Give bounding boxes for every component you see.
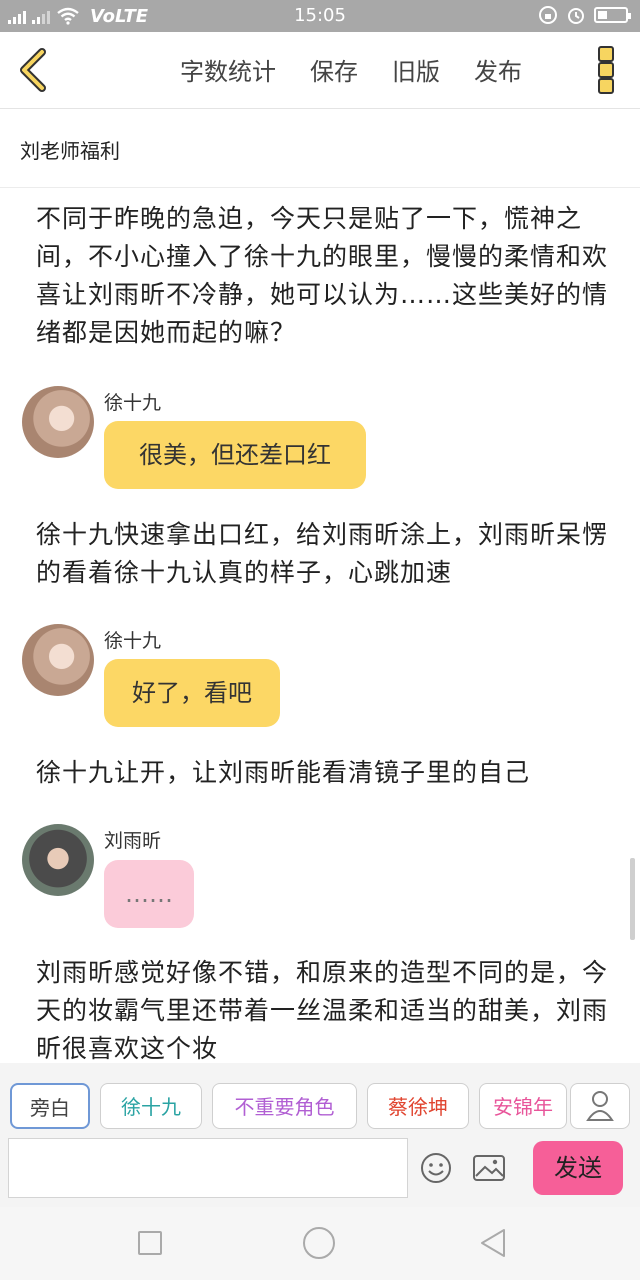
- old-version-button[interactable]: 旧版: [392, 52, 440, 87]
- vertical-dots-icon[interactable]: [598, 46, 614, 94]
- role-tab-narrator[interactable]: 旁白: [10, 1083, 90, 1129]
- avatar[interactable]: [22, 386, 94, 458]
- battery-icon: [594, 7, 631, 23]
- chat-bubble[interactable]: 很美，但还差口红: [104, 421, 366, 489]
- narration-block[interactable]: 刘雨昕感觉好像不错，和原来的造型不同的是，今天的妆霸气里还带着一丝温柔和适当的甜…: [36, 954, 611, 1068]
- back-triangle-icon[interactable]: [478, 1227, 508, 1259]
- speaker-name: 刘雨昕: [104, 830, 162, 852]
- lock-rotation-icon: [539, 6, 557, 24]
- speaker-name: 徐十九: [104, 630, 162, 652]
- chat-bubble[interactable]: ……: [104, 860, 194, 928]
- word-count-button[interactable]: 字数统计: [180, 52, 276, 87]
- chapter-title-bar[interactable]: 刘老师福利: [0, 109, 640, 188]
- role-label: 徐十九: [121, 1095, 181, 1119]
- status-right: [538, 5, 631, 25]
- input-bar: 发送: [0, 1135, 640, 1207]
- role-label: 蔡徐坤: [388, 1095, 448, 1119]
- user-icon[interactable]: [570, 1083, 630, 1129]
- chevron-left-icon[interactable]: [14, 48, 54, 92]
- role-label: 安锦年: [493, 1095, 553, 1119]
- role-label: 不重要角色: [234, 1095, 335, 1119]
- narration-block[interactable]: 徐十九让开，让刘雨昕能看清镜子里的自己: [36, 754, 611, 792]
- alarm-icon: [568, 8, 584, 24]
- narration-block[interactable]: 徐十九快速拿出口红，给刘雨昕涂上，刘雨昕呆愣的看着徐十九认真的样子，心跳加速: [36, 516, 611, 592]
- system-nav-bar: [0, 1207, 640, 1280]
- recent-apps-icon[interactable]: [138, 1231, 162, 1255]
- avatar[interactable]: [22, 624, 94, 696]
- send-button[interactable]: 发送: [533, 1141, 623, 1195]
- speaker-name: 徐十九: [104, 392, 162, 414]
- top-toolbar: 字数统计 保存 旧版 发布: [0, 32, 640, 109]
- role-tab-xu-shijiu[interactable]: 徐十九: [100, 1083, 202, 1129]
- message-input[interactable]: [8, 1138, 408, 1198]
- status-bar: VoLTE 15:05: [0, 0, 640, 32]
- role-tab-cai-xukun[interactable]: 蔡徐坤: [367, 1083, 469, 1129]
- role-tab-minor-role[interactable]: 不重要角色: [212, 1083, 357, 1129]
- emoji-icon[interactable]: [420, 1152, 452, 1184]
- role-label: 旁白: [30, 1096, 70, 1120]
- publish-button[interactable]: 发布: [474, 52, 522, 87]
- role-selector-bar: 旁白 徐十九 不重要角色 蔡徐坤 安锦年: [0, 1063, 640, 1135]
- toolbar-menu: 字数统计 保存 旧版 发布: [180, 52, 522, 87]
- avatar[interactable]: [22, 824, 94, 896]
- narration-block[interactable]: 不同于昨晚的急迫，今天只是贴了一下，慌神之间，不小心撞入了徐十九的眼里，慢慢的柔…: [36, 200, 611, 352]
- image-icon[interactable]: [472, 1154, 506, 1182]
- chat-bubble[interactable]: 好了，看吧: [104, 659, 280, 727]
- scrollbar[interactable]: [630, 858, 635, 940]
- home-icon[interactable]: [303, 1227, 335, 1259]
- save-button[interactable]: 保存: [310, 52, 358, 87]
- chapter-title: 刘老师福利: [20, 139, 120, 163]
- role-tab-an-jinnian[interactable]: 安锦年: [479, 1083, 567, 1129]
